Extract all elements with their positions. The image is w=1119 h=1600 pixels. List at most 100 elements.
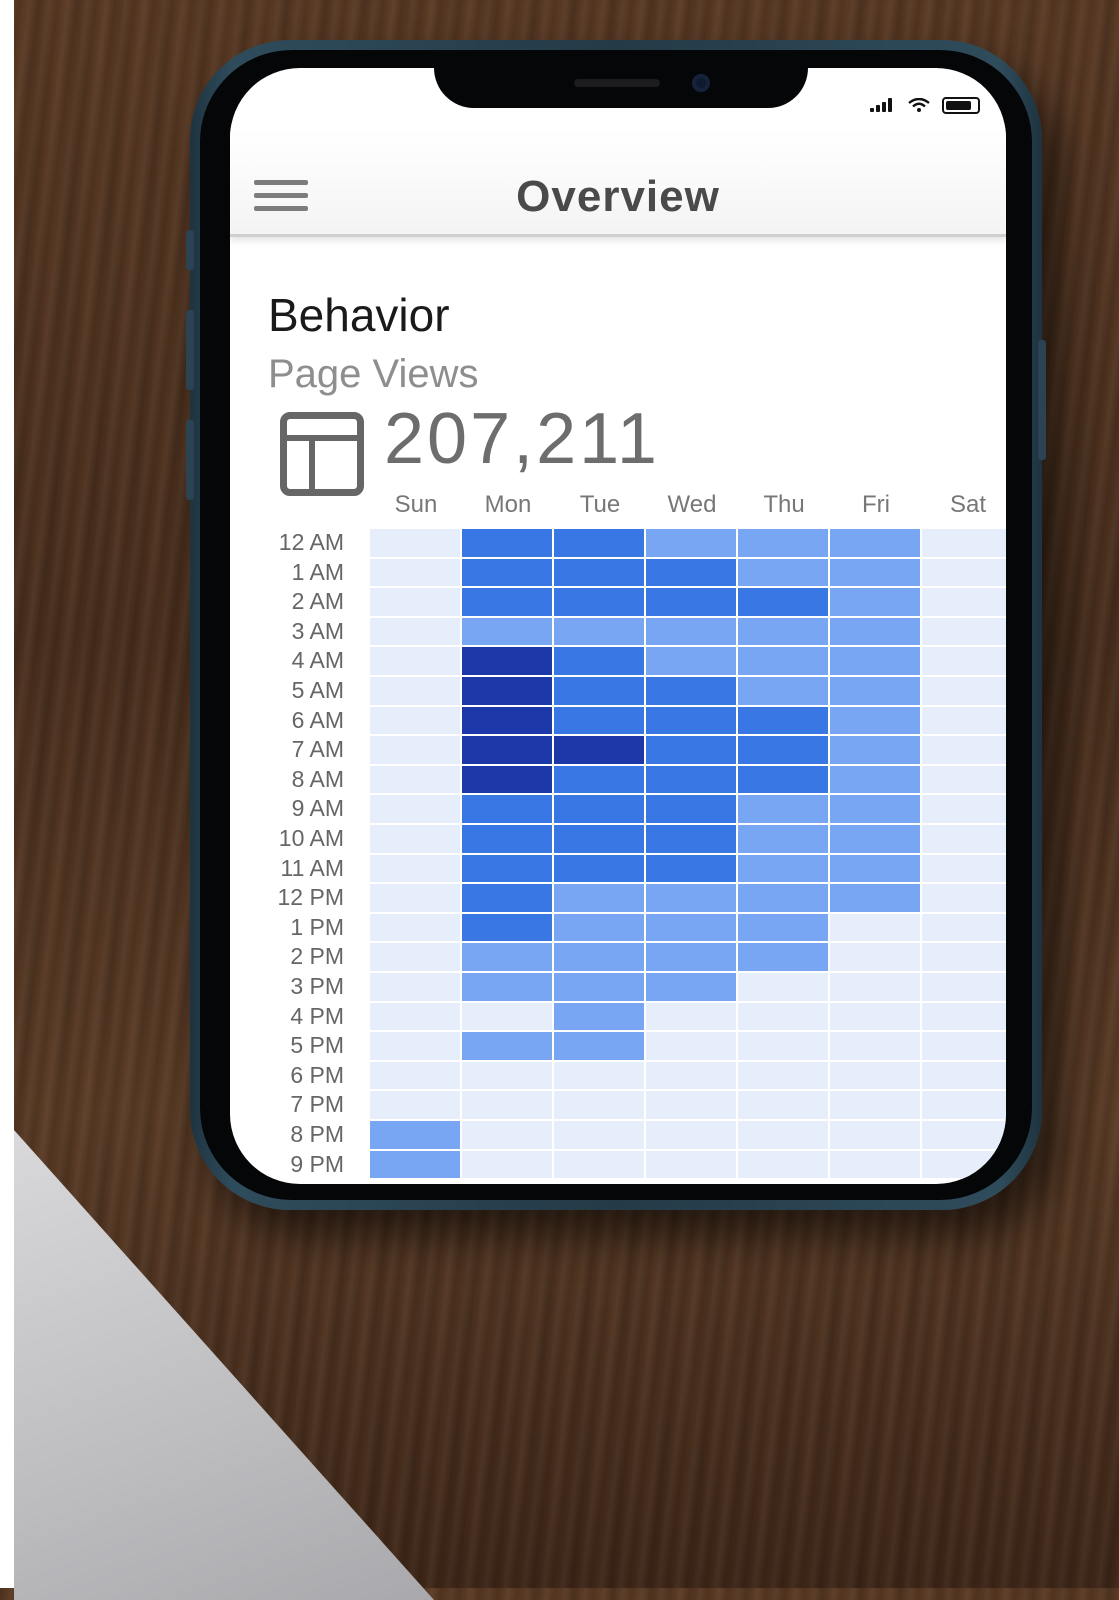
heatmap-cell xyxy=(738,617,828,646)
heatmap-cell xyxy=(370,736,460,764)
heatmap-cell xyxy=(830,973,920,1001)
hour-label: 9 PM xyxy=(290,1150,344,1177)
front-camera xyxy=(692,74,710,92)
heatmap-cell xyxy=(462,795,552,823)
heatmap-cell xyxy=(830,1002,920,1031)
heatmap-cell xyxy=(922,795,1006,823)
heatmap-cell xyxy=(370,765,460,794)
hour-label: 9 AM xyxy=(291,795,344,822)
heatmap-cell xyxy=(646,973,736,1001)
heatmap-cell xyxy=(646,588,736,616)
heatmap-cell xyxy=(462,884,552,912)
heatmap-cell xyxy=(738,1002,828,1031)
hour-label: 10 AM xyxy=(278,825,344,851)
heatmap-cell xyxy=(370,529,460,557)
hour-label: 8 AM xyxy=(291,765,344,792)
volume-button xyxy=(186,420,194,500)
hour-label: 11 AM xyxy=(280,854,345,881)
heatmap-cell xyxy=(922,1150,1006,1179)
page-title: Overview xyxy=(516,172,720,221)
heatmap-cell xyxy=(554,1032,644,1060)
heatmap-cell xyxy=(370,943,460,971)
wifi-icon xyxy=(908,98,930,113)
heatmap-cell xyxy=(646,1032,736,1060)
phone-bezel: Overview Behavior Page Views 207,211 Sun… xyxy=(200,50,1032,1200)
heatmap-cell xyxy=(646,795,736,823)
heatmap-cell xyxy=(370,1061,460,1090)
heatmap-cell xyxy=(922,588,1006,616)
heatmap-cell xyxy=(462,1150,552,1179)
heatmap-cell xyxy=(462,1091,552,1119)
day-label: Sun xyxy=(394,491,438,518)
heatmap-cell xyxy=(922,765,1006,794)
heatmap-cell xyxy=(738,677,828,705)
heatmap-cell xyxy=(646,647,736,675)
heatmap-cell xyxy=(738,736,828,764)
hour-label: 12 PM xyxy=(277,884,344,911)
day-label: Sat xyxy=(949,491,987,518)
heatmap-cell xyxy=(554,795,644,823)
heatmap-cell xyxy=(830,647,920,675)
heatmap-cell xyxy=(738,884,828,912)
volume-down-button xyxy=(186,310,194,390)
heatmap-cell xyxy=(830,765,920,794)
heatmap-cell xyxy=(922,558,1006,587)
heatmap-cell xyxy=(462,736,552,764)
heatmap-cell xyxy=(738,558,828,587)
heatmap-cell xyxy=(738,825,828,853)
heatmap-cell xyxy=(830,1091,920,1119)
heatmap-cell xyxy=(370,795,460,823)
heatmap-cell xyxy=(554,943,644,971)
heatmap-cell xyxy=(554,677,644,705)
heatmap-cell xyxy=(830,617,920,646)
heatmap-cell xyxy=(554,1061,644,1090)
day-label: Thu xyxy=(763,491,805,518)
heatmap-cell xyxy=(554,854,644,883)
hour-label: 2 AM xyxy=(291,588,344,615)
heatmap-cell xyxy=(738,706,828,735)
heatmap-cell xyxy=(738,647,828,675)
heatmap-cell xyxy=(554,825,644,853)
heatmap-cell xyxy=(830,1121,920,1149)
background-edge xyxy=(0,0,14,1588)
status-bar xyxy=(869,94,980,115)
heatmap-cell xyxy=(554,706,644,735)
heatmap-cell xyxy=(738,1121,828,1149)
heatmap-cell xyxy=(830,943,920,971)
heatmap-cell xyxy=(922,1091,1006,1119)
heatmap-cell xyxy=(462,973,552,1001)
heatmap-cell xyxy=(462,1121,552,1149)
hour-label: 5 AM xyxy=(291,677,344,703)
heatmap-cell xyxy=(922,854,1006,883)
heatmap-cell xyxy=(462,854,552,883)
heatmap-cell xyxy=(554,558,644,587)
heatmap-cell xyxy=(646,558,736,587)
heatmap-cell xyxy=(830,854,920,883)
heatmap-cell xyxy=(554,913,644,942)
heatmap-cell xyxy=(554,529,644,557)
heatmap-cell xyxy=(738,795,828,823)
heatmap-cell xyxy=(646,736,736,764)
heatmap-cell xyxy=(370,854,460,883)
heatmap-cell xyxy=(738,1061,828,1090)
heatmap-cell xyxy=(370,677,460,705)
heatmap-cell xyxy=(462,943,552,971)
heatmap-cell xyxy=(462,1002,552,1031)
heatmap-cell xyxy=(370,706,460,735)
heatmap-cell xyxy=(922,913,1006,942)
heatmap-cell xyxy=(554,1002,644,1031)
phone-screen: Overview Behavior Page Views 207,211 Sun… xyxy=(230,68,1006,1184)
heatmap-cell xyxy=(462,1061,552,1090)
hour-label: 12 AM xyxy=(278,529,344,555)
heatmap-cell xyxy=(738,913,828,942)
heatmap-cell xyxy=(370,647,460,675)
heatmap-cell xyxy=(922,884,1006,912)
heatmap-cell xyxy=(370,1150,460,1179)
heatmap-cell xyxy=(462,529,552,557)
heatmap-cell xyxy=(922,736,1006,764)
heatmap-cell xyxy=(646,1121,736,1149)
heatmap-cell xyxy=(738,973,828,1001)
heatmap-cell xyxy=(738,1091,828,1119)
heatmap-cell xyxy=(554,973,644,1001)
volume-up-button xyxy=(186,230,194,270)
